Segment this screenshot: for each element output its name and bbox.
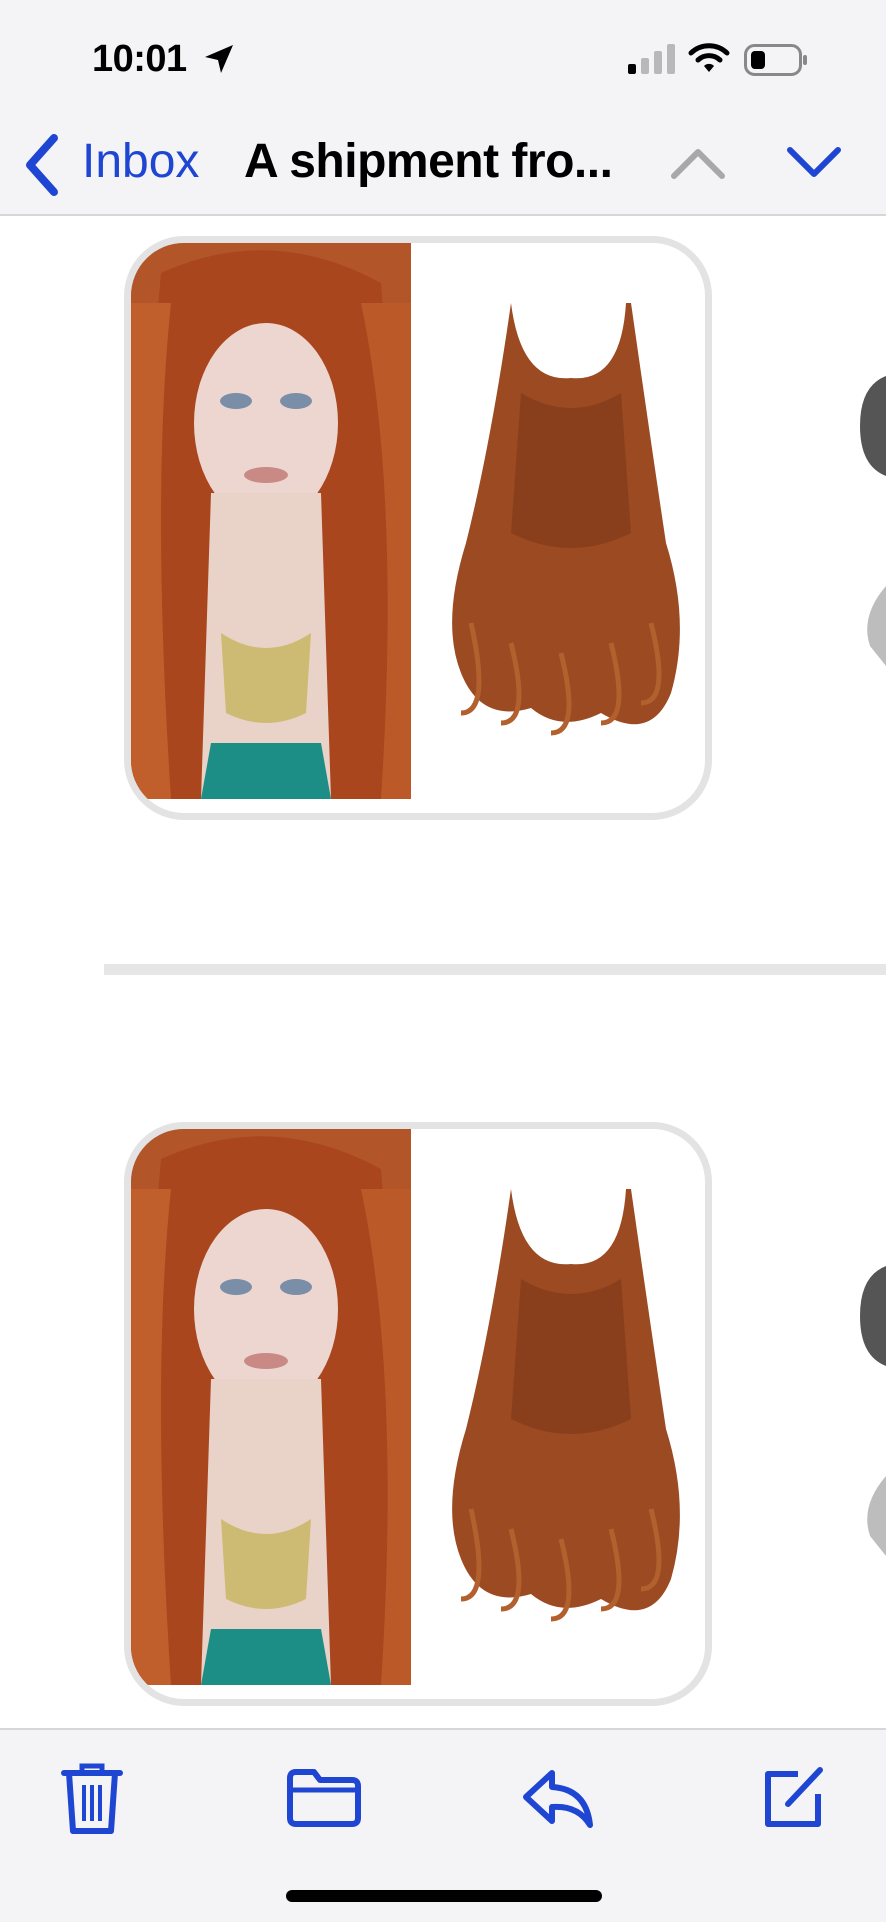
clipped-content-fragment: [867, 586, 886, 666]
compose-button[interactable]: [752, 1756, 836, 1840]
previous-message-icon[interactable]: [668, 142, 728, 182]
product-image: [131, 1129, 691, 1685]
next-message-icon[interactable]: [784, 142, 844, 182]
clipped-content-fragment: [860, 376, 886, 476]
move-to-folder-button[interactable]: [282, 1756, 366, 1840]
cellular-signal-icon: [628, 44, 675, 74]
product-image-card[interactable]: [124, 1122, 712, 1706]
status-bar: 10:01: [0, 0, 886, 116]
reply-icon: [523, 1770, 593, 1828]
status-time: 10:01: [92, 38, 187, 80]
content-divider: [104, 964, 886, 975]
location-arrow-icon: [205, 45, 233, 73]
home-indicator[interactable]: [286, 1890, 602, 1902]
clipped-content-fragment: [860, 1266, 886, 1366]
email-body: [0, 216, 886, 1728]
product-image: [131, 243, 691, 799]
delete-button[interactable]: [50, 1756, 134, 1840]
compose-icon: [765, 1767, 823, 1827]
back-to-inbox-button[interactable]: Inbox: [82, 134, 199, 189]
battery-icon: [744, 44, 807, 76]
navigation-bar: Inbox A shipment fro...: [0, 116, 886, 216]
product-image-card[interactable]: [124, 236, 712, 820]
folder-icon: [287, 1769, 361, 1827]
reply-button[interactable]: [516, 1756, 600, 1840]
back-chevron-icon[interactable]: [20, 130, 64, 200]
trash-icon: [61, 1763, 123, 1834]
wifi-icon: [688, 43, 730, 72]
email-subject-title: A shipment fro...: [244, 135, 613, 188]
clipped-content-fragment: [867, 1476, 886, 1556]
